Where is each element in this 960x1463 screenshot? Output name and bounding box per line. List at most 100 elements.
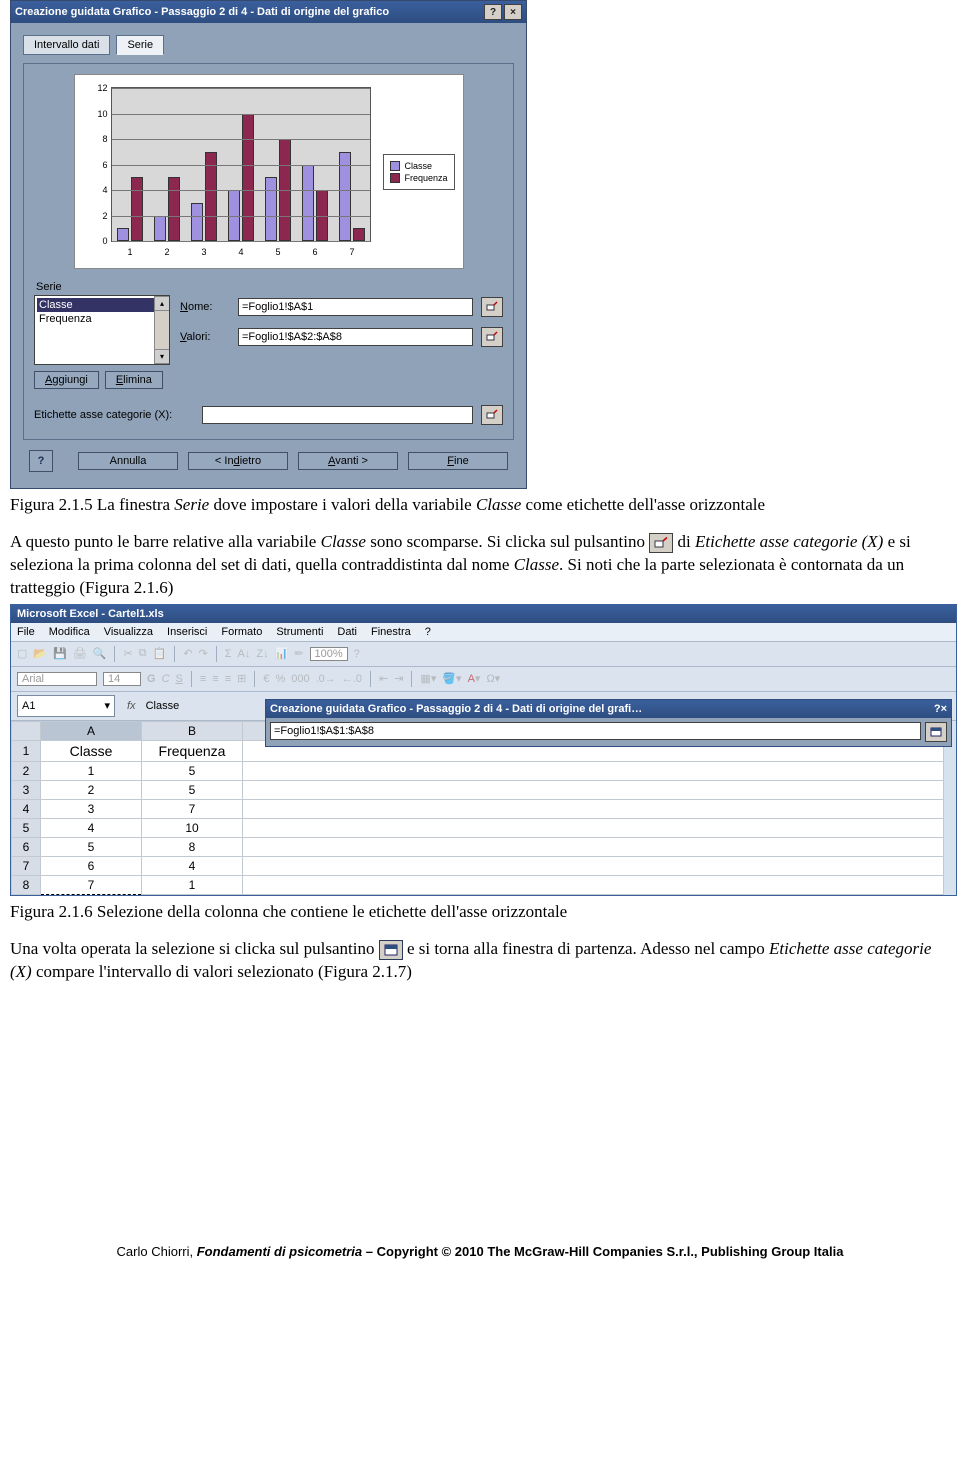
copy-icon[interactable]: ⧉	[139, 647, 147, 660]
cell[interactable]: 7	[41, 875, 142, 894]
chart-wizard-icon[interactable]: 📊	[275, 647, 289, 660]
cell[interactable]: 5	[41, 837, 142, 856]
cell[interactable]: 6	[41, 856, 142, 875]
row-header[interactable]: 8	[12, 875, 41, 894]
tab-data-range[interactable]: Intervallo dati	[23, 35, 110, 55]
collapsed-expand-button[interactable]	[925, 722, 947, 742]
font-color-icon[interactable]: A▾	[468, 672, 481, 685]
menu-finestra[interactable]: Finestra	[371, 626, 411, 638]
open-icon[interactable]: 📂	[33, 647, 47, 660]
cell[interactable]: 3	[41, 799, 142, 818]
col-header-a[interactable]: A	[41, 721, 142, 740]
redo-icon[interactable]: ↷	[198, 647, 207, 660]
thousands-icon[interactable]: 000	[291, 673, 309, 685]
print-icon[interactable]: 🖨	[73, 647, 87, 660]
col-header-b[interactable]: B	[142, 721, 243, 740]
collapsed-range-input[interactable]	[270, 722, 921, 740]
new-icon[interactable]: ▢	[17, 647, 27, 660]
values-field-input[interactable]	[238, 328, 473, 346]
preview-icon[interactable]: 🔍	[93, 647, 107, 660]
undo-icon[interactable]: ↶	[183, 647, 192, 660]
underline-icon[interactable]: S	[176, 673, 183, 685]
fill-color-icon[interactable]: 🪣▾	[442, 672, 461, 685]
menu-file[interactable]: File	[17, 626, 35, 638]
currency-icon[interactable]: €	[263, 673, 269, 685]
back-button[interactable]: < Indietro	[188, 452, 288, 470]
paste-icon[interactable]: 📋	[153, 647, 167, 660]
percent-icon[interactable]: %	[275, 673, 285, 685]
row-header[interactable]: 6	[12, 837, 41, 856]
series-item-frequenza[interactable]: Frequenza	[37, 312, 167, 326]
collapsed-help-button[interactable]: ?	[934, 703, 941, 715]
cell[interactable]: Frequenza	[142, 740, 243, 761]
cell[interactable]: 1	[142, 875, 243, 894]
fx-label[interactable]: fx	[127, 700, 136, 712]
name-field-input[interactable]	[238, 298, 473, 316]
corner-cell[interactable]	[12, 721, 41, 740]
font-name-box[interactable]: Arial	[17, 672, 97, 686]
cell[interactable]: 7	[142, 799, 243, 818]
help-icon[interactable]: ?	[354, 648, 360, 660]
indent-dec-icon[interactable]: ⇤	[379, 672, 388, 685]
menu-inserisci[interactable]: Inserisci	[167, 626, 207, 638]
menu-strumenti[interactable]: Strumenti	[276, 626, 323, 638]
align-left-icon[interactable]: ≡	[200, 673, 206, 685]
series-item-classe[interactable]: Classe	[37, 298, 167, 312]
excel-menubar[interactable]: File Modifica Visualizza Inserisci Forma…	[11, 623, 956, 642]
row-header[interactable]: 7	[12, 856, 41, 875]
help-titlebar-button[interactable]: ?	[484, 4, 502, 20]
font-size-box[interactable]: 14	[103, 672, 141, 686]
omega-icon[interactable]: Ω▾	[486, 672, 500, 685]
cell[interactable]: Classe	[41, 740, 142, 761]
cancel-button[interactable]: Annulla	[78, 452, 178, 470]
zoom-box[interactable]: 100%	[310, 647, 348, 661]
autosum-icon[interactable]: Σ	[225, 648, 232, 660]
align-center-icon[interactable]: ≡	[212, 673, 218, 685]
cut-icon[interactable]: ✂	[123, 647, 132, 660]
delete-series-button[interactable]: Elimina	[105, 371, 163, 389]
align-right-icon[interactable]: ≡	[225, 673, 231, 685]
row-header[interactable]: 2	[12, 761, 41, 780]
cell[interactable]: 4	[41, 818, 142, 837]
next-button[interactable]: Avanti >	[298, 452, 398, 470]
row-header[interactable]: 4	[12, 799, 41, 818]
bold-icon[interactable]: G	[147, 673, 156, 685]
drawing-icon[interactable]: ✏	[294, 647, 303, 660]
series-listbox[interactable]: Classe Frequenza ▴▾	[34, 295, 170, 365]
cell[interactable]: 10	[142, 818, 243, 837]
name-box[interactable]: A1▾	[17, 695, 115, 717]
dec-decimal-icon[interactable]: ←.0	[342, 673, 362, 685]
sort-asc-icon[interactable]: A↓	[238, 648, 251, 660]
row-header[interactable]: 3	[12, 780, 41, 799]
name-ref-button[interactable]	[481, 297, 503, 317]
menu-visualizza[interactable]: Visualizza	[104, 626, 153, 638]
tab-series[interactable]: Serie	[116, 35, 164, 55]
cell[interactable]: 4	[142, 856, 243, 875]
help-button[interactable]: ?	[29, 450, 53, 472]
italic-icon[interactable]: C	[162, 673, 170, 685]
menu-modifica[interactable]: Modifica	[49, 626, 90, 638]
cell[interactable]: 5	[142, 761, 243, 780]
merge-icon[interactable]: ⊞	[237, 672, 246, 685]
menu-help[interactable]: ?	[425, 626, 431, 638]
cell[interactable]: 1	[41, 761, 142, 780]
save-icon[interactable]: 💾	[53, 647, 67, 660]
sort-desc-icon[interactable]: Z↓	[256, 648, 268, 660]
category-ref-button[interactable]	[481, 405, 503, 425]
cell[interactable]: 8	[142, 837, 243, 856]
inc-decimal-icon[interactable]: .0→	[316, 673, 336, 685]
row-header[interactable]: 5	[12, 818, 41, 837]
cell[interactable]: 2	[41, 780, 142, 799]
values-ref-button[interactable]	[481, 327, 503, 347]
close-titlebar-button[interactable]: ×	[504, 4, 522, 20]
indent-inc-icon[interactable]: ⇥	[394, 672, 403, 685]
row-header[interactable]: 1	[12, 740, 41, 761]
finish-button[interactable]: Fine	[408, 452, 508, 470]
category-axis-input[interactable]	[202, 406, 473, 424]
add-series-button[interactable]: Aggiungi	[34, 371, 99, 389]
cell[interactable]: 5	[142, 780, 243, 799]
excel-grid[interactable]: A B 1ClasseFrequenza21532543754106587648…	[11, 721, 944, 895]
menu-formato[interactable]: Formato	[221, 626, 262, 638]
collapsed-close-button[interactable]: ×	[941, 703, 947, 715]
borders-icon[interactable]: ▦▾	[420, 672, 436, 685]
